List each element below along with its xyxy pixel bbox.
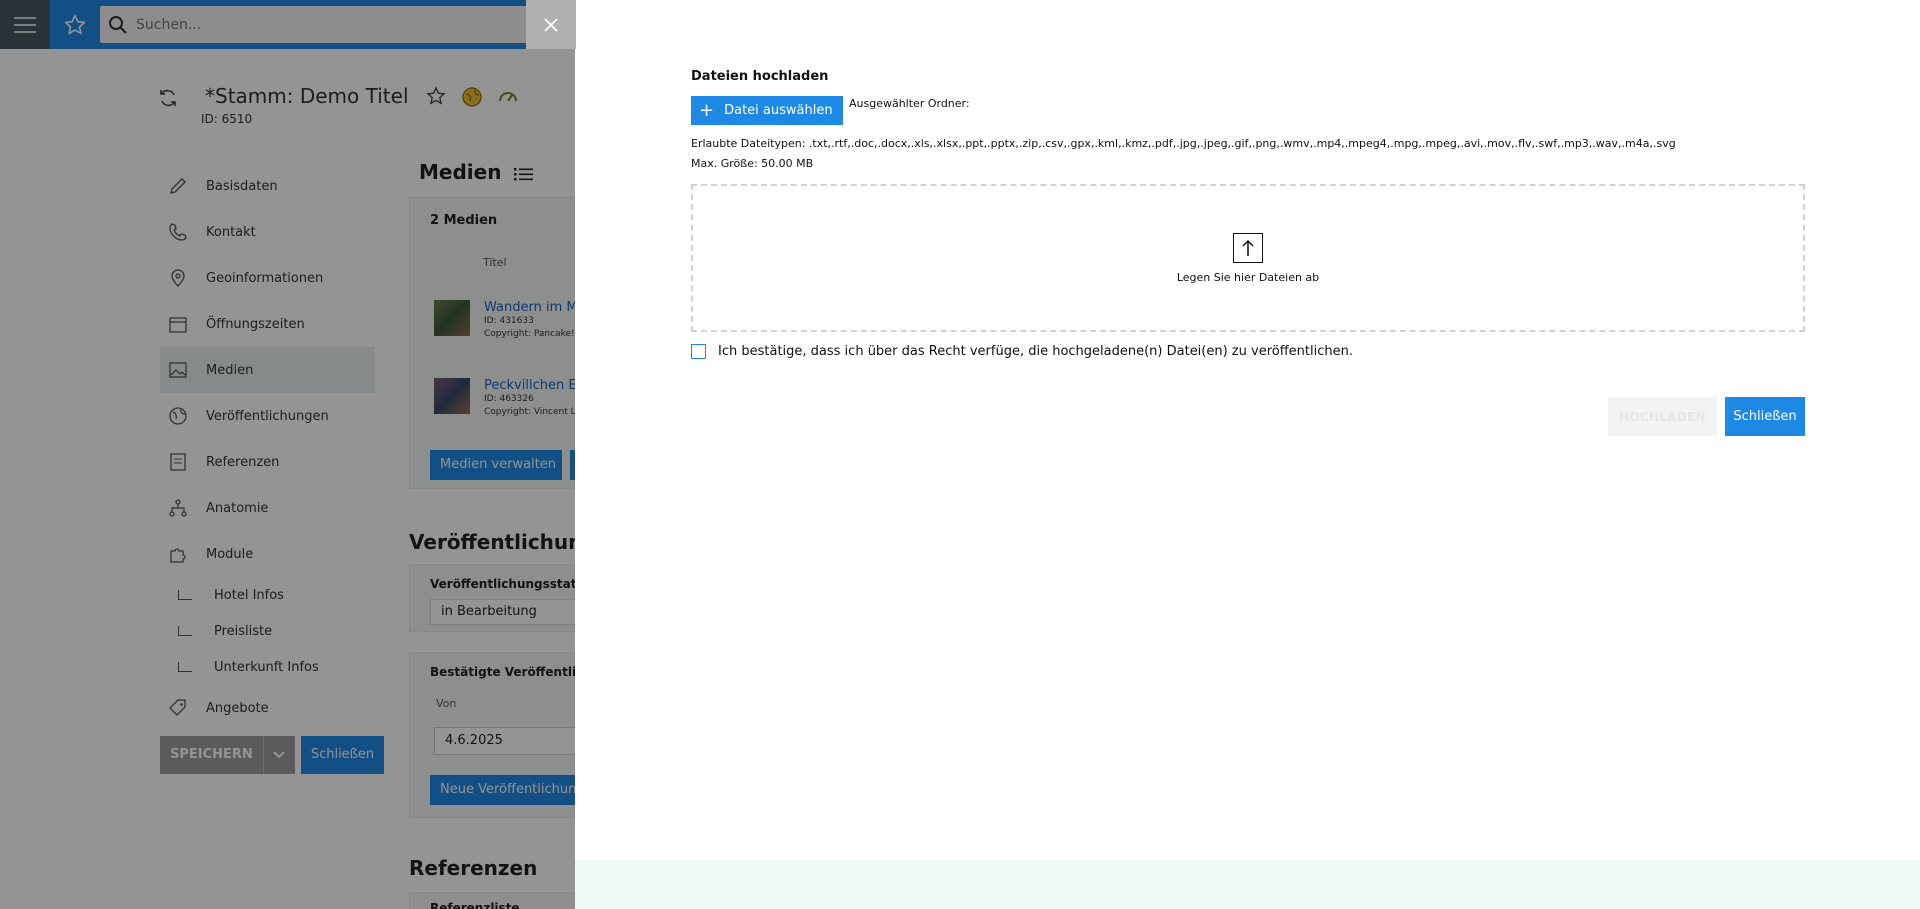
footer-band — [575, 860, 1920, 909]
upload-button[interactable]: HOCHLADEN — [1608, 397, 1717, 436]
overlay-backdrop[interactable] — [0, 0, 575, 909]
close-icon — [544, 17, 558, 32]
plus-icon: + — [699, 99, 715, 121]
choose-file-button[interactable]: + Datei auswählen — [691, 96, 843, 125]
max-file-size: Max. Größe: 50.00 MB — [691, 157, 814, 170]
upload-arrow-icon — [1233, 232, 1263, 263]
file-drop-zone[interactable]: Legen Sie hier Dateien ab — [691, 184, 1805, 332]
upload-panel: Dateien hochladen + Datei auswählen Ausg… — [575, 0, 1920, 909]
choose-file-label: Datei auswählen — [724, 103, 833, 118]
drop-zone-text: Legen Sie hier Dateien ab — [1176, 270, 1320, 284]
close-panel-button[interactable] — [526, 0, 576, 49]
selected-folder-label: Ausgewählter Ordner: — [849, 97, 970, 110]
close-button[interactable]: Schließen — [1725, 397, 1805, 436]
upload-title: Dateien hochladen — [691, 69, 829, 84]
rights-confirmation-text: Ich bestätige, dass ich über das Recht v… — [718, 344, 1353, 359]
rights-confirmation: Ich bestätige, dass ich über das Recht v… — [691, 344, 1353, 359]
allowed-file-types: Erlaubte Dateitypen: .txt,.rtf,.doc,.doc… — [691, 137, 1676, 150]
rights-checkbox[interactable] — [691, 344, 706, 359]
